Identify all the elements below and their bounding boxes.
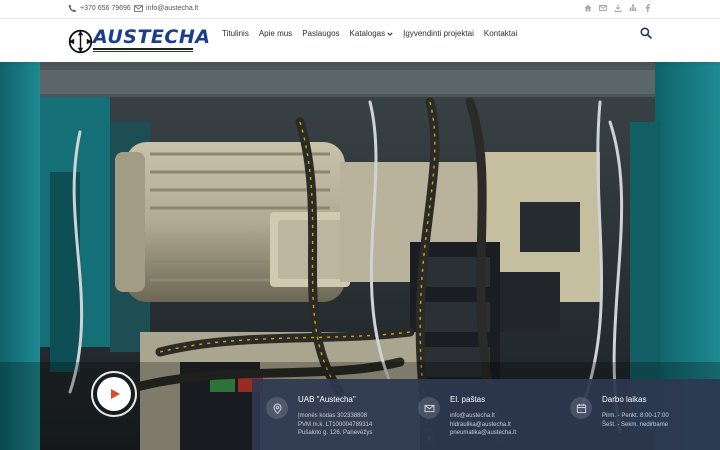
nav-item-projektai[interactable]: Įgyvendinti projektai — [403, 29, 474, 38]
phone-icon — [68, 4, 77, 13]
chevron-down-icon — [387, 32, 393, 36]
phone-number: +370 656 79696 — [80, 5, 131, 12]
info-email-lines: info@austecha.lt hidraulika@austecha.lt … — [450, 412, 516, 438]
email-link-info[interactable]: info@austecha.lt — [450, 412, 516, 421]
company-vat: PVM m.k. LT100004789314 — [298, 421, 373, 428]
nav-item-paslaugos[interactable]: Paslaugos — [302, 29, 339, 38]
sitemap-icon[interactable] — [629, 4, 637, 12]
play-button-disc — [97, 377, 131, 411]
video-play-button[interactable] — [91, 371, 137, 417]
facebook-icon[interactable] — [644, 4, 652, 12]
email-link-hidraulika[interactable]: hidraulika@austecha.lt — [450, 421, 516, 430]
info-company-lines: Įmonės kodas 302338808 PVM m.k. LT100004… — [298, 412, 372, 438]
nav-item-katalogas[interactable]: Katalogas — [350, 29, 394, 38]
main-header: AUSTECHA Titulinis Apie mus Paslaugos Ka… — [0, 19, 720, 62]
hours-weekdays: Pirm. - Penkt. 8:00-17:00 — [602, 413, 669, 419]
email-contact[interactable]: info@austecha.lt — [134, 4, 198, 13]
download-icon[interactable] — [614, 4, 622, 12]
company-code: Įmonės kodas 302338808 — [298, 413, 368, 419]
calendar-icon — [570, 397, 592, 419]
info-hours-lines: Pirm. - Penkt. 8:00-17:00 Šešt. - Sekm. … — [602, 412, 669, 429]
phone-contact[interactable]: +370 656 79696 — [68, 4, 131, 13]
nav-item-apie-mus[interactable]: Apie mus — [259, 29, 292, 38]
envelope-icon — [134, 5, 143, 12]
home-icon[interactable] — [584, 4, 592, 12]
logo-text: AUSTECHA — [93, 26, 211, 48]
hours-weekend: Šešt. - Sekm. nedirbame — [602, 421, 669, 428]
nav-item-titulinis[interactable]: Titulinis — [222, 29, 249, 38]
play-icon — [111, 389, 120, 399]
map-pin-icon — [266, 397, 288, 419]
social-links — [584, 4, 652, 12]
top-bar: +370 656 79696 info@austecha.lt — [0, 0, 720, 19]
info-hours-title: Darbo laikas — [602, 395, 647, 404]
info-company-title: UAB "Austecha" — [298, 395, 356, 404]
logo-emblem-icon — [68, 29, 93, 54]
email-address: info@austecha.lt — [146, 5, 199, 12]
contact-info-bar: UAB "Austecha" Įmonės kodas 302338808 PV… — [252, 379, 720, 450]
search-icon[interactable] — [640, 27, 652, 39]
company-address: Pušaloto g. 126, Panevėžys — [298, 430, 373, 436]
site-logo[interactable]: AUSTECHA — [67, 25, 210, 58]
envelope-icon — [418, 397, 440, 419]
email-link-pneumatika[interactable]: pneumatika@austecha.lt — [450, 429, 516, 438]
logo-underline — [93, 48, 193, 50]
main-nav: Titulinis Apie mus Paslaugos Katalogas Į… — [222, 29, 527, 38]
logo-underline-blue — [93, 51, 193, 52]
nav-item-kontaktai[interactable]: Kontaktai — [484, 29, 517, 38]
envelope-icon[interactable] — [599, 4, 607, 12]
info-email-title: El. paštas — [450, 395, 486, 404]
